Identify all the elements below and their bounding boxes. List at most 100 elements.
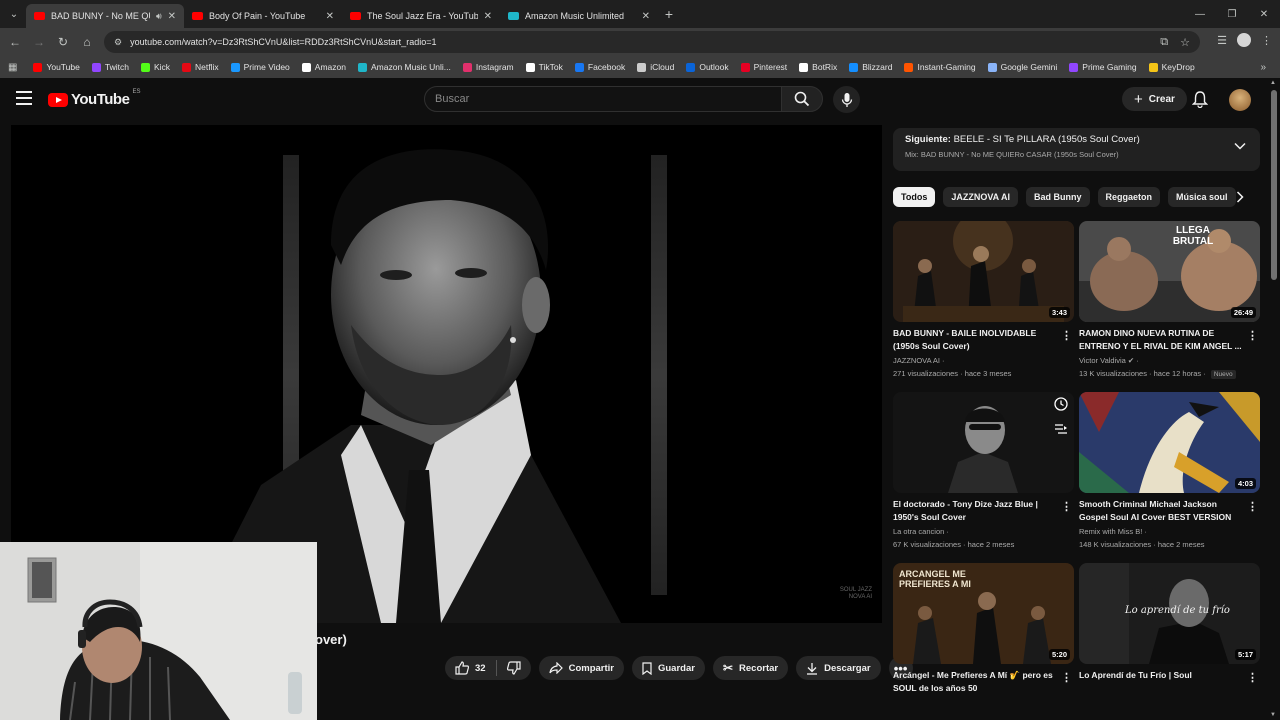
video-title[interactable]: Lo Aprendí de Tu Frío | Soul: [1079, 669, 1245, 682]
close-tab-icon[interactable]: ✕: [484, 11, 492, 22]
video-thumbnail[interactable]: 4:03: [1079, 392, 1260, 493]
bookmark-item[interactable]: Kick: [135, 62, 176, 72]
close-tab-icon[interactable]: ✕: [642, 11, 650, 22]
watch-later-icon[interactable]: [1054, 397, 1068, 416]
restore-icon[interactable]: ❐: [1216, 0, 1248, 28]
channel-name[interactable]: Remix with Miss B! ·: [1079, 527, 1260, 536]
bookmark-item[interactable]: Prime Gaming: [1063, 62, 1142, 72]
more-bookmarks-icon[interactable]: »: [1260, 62, 1266, 73]
video-thumbnail[interactable]: LLEGA BRUTAL 26:49: [1079, 221, 1260, 322]
bookmark-item[interactable]: Outlook: [680, 62, 734, 72]
scroll-down-icon[interactable]: ▼: [1270, 712, 1276, 718]
close-tab-icon[interactable]: ✕: [326, 11, 334, 22]
speaker-icon[interactable]: 🔊︎: [156, 11, 162, 22]
video-card[interactable]: Lo aprendí de tu frío 5:17 Lo Aprendí de…: [1079, 563, 1260, 684]
bookmark-item[interactable]: Instant-Gaming: [898, 62, 981, 72]
site-info-icon[interactable]: ⚙: [114, 37, 122, 48]
scrollbar-thumb[interactable]: [1271, 90, 1277, 280]
install-app-icon[interactable]: ⧉: [1160, 36, 1168, 49]
bookmark-item[interactable]: Blizzard: [843, 62, 898, 72]
browser-tab[interactable]: Amazon Music Unlimited ✕: [500, 4, 658, 28]
bookmark-item[interactable]: Netflix: [176, 62, 225, 72]
page-scrollbar[interactable]: ▲ ▼: [1268, 78, 1280, 720]
bookmark-item[interactable]: Facebook: [569, 62, 631, 72]
bookmark-item[interactable]: Amazon: [296, 62, 352, 72]
back-icon[interactable]: ←: [3, 35, 27, 49]
bookmark-item[interactable]: iCloud: [631, 62, 680, 72]
video-card[interactable]: 4:03 Smooth Criminal Michael Jackson Gos…: [1079, 392, 1260, 549]
video-thumbnail[interactable]: [893, 392, 1074, 493]
channel-name[interactable]: Victor Valdivia ✔ ·: [1079, 356, 1260, 365]
video-card[interactable]: El doctorado - Tony Dize Jazz Blue | 195…: [893, 392, 1074, 549]
address-bar[interactable]: ⚙ youtube.com/watch?v=Dz3RtShCVnU&list=R…: [104, 31, 1200, 53]
video-card[interactable]: 3:43 BAD BUNNY - BAILE INOLVIDABLE (1950…: [893, 221, 1074, 378]
video-title[interactable]: RAMON DINO NUEVA RUTINA DE ENTRENO Y EL …: [1079, 327, 1245, 353]
channel-name[interactable]: La otra cancion ·: [893, 527, 1074, 536]
clip-button[interactable]: ✂ Recortar: [712, 656, 789, 680]
tab-search-icon[interactable]: ⌄: [2, 3, 26, 25]
more-vertical-icon[interactable]: ⋮: [1061, 671, 1072, 684]
dislike-button[interactable]: [497, 656, 531, 680]
video-thumbnail[interactable]: ARCANGEL ME PREFIERES A MI 5:20: [893, 563, 1074, 664]
forward-icon[interactable]: →: [27, 35, 51, 49]
apps-grid-icon[interactable]: ▦: [8, 62, 27, 73]
bookmark-item[interactable]: Amazon Music Unli...: [352, 62, 457, 72]
share-button[interactable]: Compartir: [538, 656, 624, 680]
close-window-icon[interactable]: ✕: [1248, 0, 1280, 28]
reload-icon[interactable]: ↻: [51, 35, 75, 49]
new-tab-icon[interactable]: +: [658, 6, 680, 22]
more-vertical-icon[interactable]: ⋮: [1247, 329, 1258, 342]
voice-search-button[interactable]: [833, 86, 860, 113]
filter-chip[interactable]: Reggaeton: [1097, 187, 1161, 207]
video-thumbnail[interactable]: 3:43: [893, 221, 1074, 322]
chevron-right-icon[interactable]: [1236, 191, 1244, 203]
video-title[interactable]: Arcángel - Me Prefieres A Mí 🎷 pero es S…: [893, 669, 1059, 695]
video-title[interactable]: BAD BUNNY - BAILE INOLVIDABLE (1950s Sou…: [893, 327, 1059, 353]
bookmark-star-icon[interactable]: ☆: [1180, 36, 1190, 49]
video-card[interactable]: ARCANGEL ME PREFIERES A MI 5:20 Arcángel…: [893, 563, 1074, 695]
video-card[interactable]: LLEGA BRUTAL 26:49 RAMON DINO NUEVA RUTI…: [1079, 221, 1260, 379]
save-button[interactable]: Guardar: [631, 656, 705, 680]
like-button[interactable]: 32: [445, 656, 496, 680]
add-to-queue-icon[interactable]: [1054, 422, 1068, 440]
bookmark-item[interactable]: Prime Video: [225, 62, 296, 72]
up-next-card[interactable]: Siguiente: BEELE - SI Te PILLARA (1950s …: [893, 128, 1260, 171]
bookmark-item[interactable]: BotRix: [793, 62, 843, 72]
media-control-icon[interactable]: ☰: [1217, 34, 1227, 47]
notifications-bell-icon[interactable]: [1191, 90, 1209, 113]
bookmark-item[interactable]: Instagram: [457, 62, 520, 72]
more-vertical-icon[interactable]: ⋮: [1061, 329, 1072, 342]
filter-chip[interactable]: JAZZNOVA AI: [943, 187, 1018, 207]
more-vertical-icon[interactable]: ⋮: [1061, 500, 1072, 513]
create-button[interactable]: + Crear: [1122, 87, 1187, 111]
video-title[interactable]: El doctorado - Tony Dize Jazz Blue | 195…: [893, 498, 1059, 524]
video-title[interactable]: Smooth Criminal Michael Jackson Gospel S…: [1079, 498, 1245, 524]
youtube-logo[interactable]: YouTube ES: [48, 89, 140, 108]
search-input[interactable]: Buscar: [424, 86, 782, 112]
more-vertical-icon[interactable]: ⋮: [1247, 500, 1258, 513]
bookmark-item[interactable]: KeyDrop: [1143, 62, 1201, 72]
filter-chip[interactable]: Bad Bunny: [1026, 187, 1090, 207]
bookmark-item[interactable]: YouTube: [27, 62, 85, 72]
bookmark-item[interactable]: TikTok: [520, 62, 569, 72]
more-vertical-icon[interactable]: ⋮: [1247, 671, 1258, 684]
bookmark-item[interactable]: Google Gemini: [982, 62, 1064, 72]
browser-tab[interactable]: The Soul Jazz Era - YouTube ✕: [342, 4, 500, 28]
bookmark-item[interactable]: Twitch: [86, 62, 135, 72]
menu-icon[interactable]: [16, 91, 32, 105]
scroll-up-icon[interactable]: ▲: [1270, 80, 1276, 86]
browser-menu-icon[interactable]: ⋮: [1261, 34, 1272, 47]
download-button[interactable]: Descargar: [796, 656, 881, 680]
close-tab-icon[interactable]: ✕: [168, 11, 176, 22]
browser-tab[interactable]: Body Of Pain - YouTube ✕: [184, 4, 342, 28]
bookmark-item[interactable]: Pinterest: [735, 62, 794, 72]
browser-tab-active[interactable]: BAD BUNNY - No ME QUIE 🔊︎ ✕: [26, 4, 184, 28]
filter-chip[interactable]: Música soul: [1168, 187, 1236, 207]
video-thumbnail[interactable]: Lo aprendí de tu frío 5:17: [1079, 563, 1260, 664]
minimize-icon[interactable]: —: [1184, 0, 1216, 28]
profile-avatar[interactable]: [1237, 33, 1251, 47]
chevron-down-icon[interactable]: [1234, 142, 1246, 150]
channel-name[interactable]: JAZZNOVA AI ·: [893, 356, 1074, 365]
home-icon[interactable]: ⌂: [75, 35, 99, 49]
account-avatar[interactable]: [1229, 89, 1251, 111]
